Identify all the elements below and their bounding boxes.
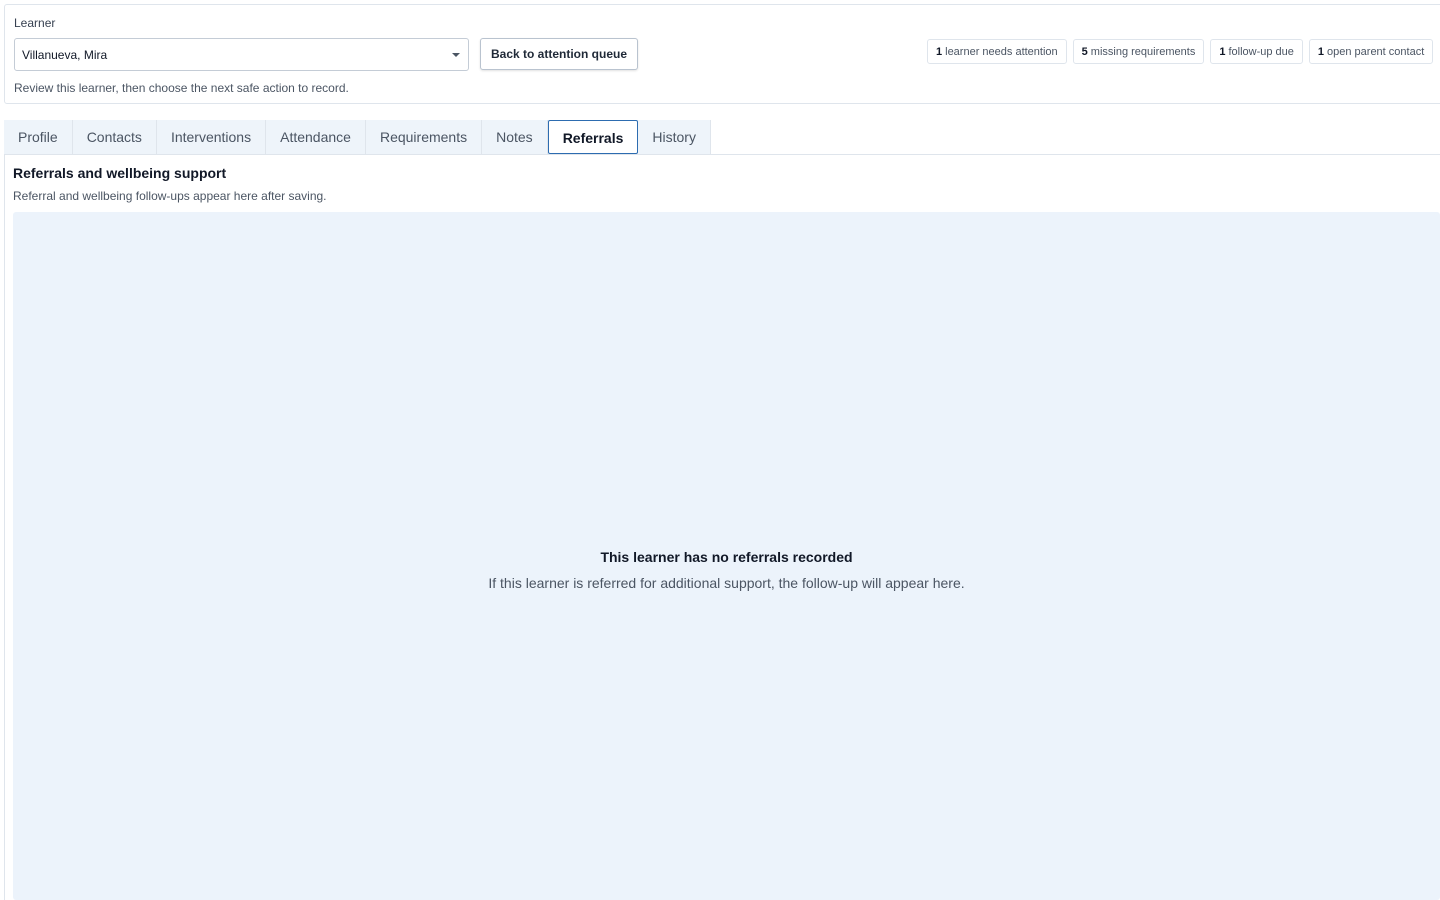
badge-follow-up-due: 1 follow-up due	[1210, 39, 1303, 64]
badge-count: 1	[1219, 46, 1226, 58]
back-to-attention-queue-button[interactable]: Back to attention queue	[480, 38, 638, 70]
badge-label: open parent contact	[1327, 46, 1425, 58]
badge-count: 1	[936, 46, 943, 58]
learner-label: Learner	[14, 16, 56, 30]
empty-state-title: This learner has no referrals recorded	[600, 549, 853, 565]
tab-referrals[interactable]: Referrals	[547, 120, 639, 154]
tab-profile[interactable]: Profile	[4, 120, 73, 154]
status-badges: 1 learner needs attention 5 missing requir…	[927, 39, 1434, 64]
badge-label: missing requirements	[1090, 46, 1196, 58]
chevron-down-icon	[452, 53, 460, 57]
badge-missing-requirements: 5 missing requirements	[1072, 39, 1205, 64]
empty-state-description: If this learner is referred for addition…	[488, 575, 965, 591]
learner-select[interactable]: Villanueva, Mira	[14, 38, 469, 71]
review-instruction: Review this learner, then choose the nex…	[14, 81, 349, 95]
learner-select-value: Villanueva, Mira	[22, 48, 108, 62]
learner-header-panel: Learner Villanueva, Mira Back to attenti…	[4, 4, 1440, 104]
referrals-empty-state: This learner has no referrals recorded I…	[13, 212, 1440, 900]
section-subtitle: Referral and wellbeing follow-ups appear…	[13, 189, 327, 203]
tab-history[interactable]: History	[638, 120, 711, 154]
tabs-divider	[4, 154, 1440, 155]
badge-count: 1	[1317, 46, 1325, 58]
badge-open-parent-contact: 1 open parent contact	[1308, 39, 1434, 64]
tab-contacts[interactable]: Contacts	[72, 120, 157, 154]
tab-attendance[interactable]: Attendance	[266, 120, 366, 154]
tab-requirements[interactable]: Requirements	[365, 120, 483, 154]
learner-tabs: Profile Contacts Interventions Attendanc…	[4, 120, 711, 154]
tab-notes[interactable]: Notes	[482, 120, 548, 154]
badge-label: follow-up due	[1228, 46, 1294, 58]
badge-learner-needs-attention: 1 learner needs attention	[927, 39, 1067, 64]
badge-label: learner needs attention	[945, 46, 1058, 58]
tab-interventions[interactable]: Interventions	[156, 120, 267, 154]
content-border	[4, 155, 5, 900]
section-title: Referrals and wellbeing support	[13, 165, 227, 181]
badge-count: 5	[1081, 46, 1088, 58]
